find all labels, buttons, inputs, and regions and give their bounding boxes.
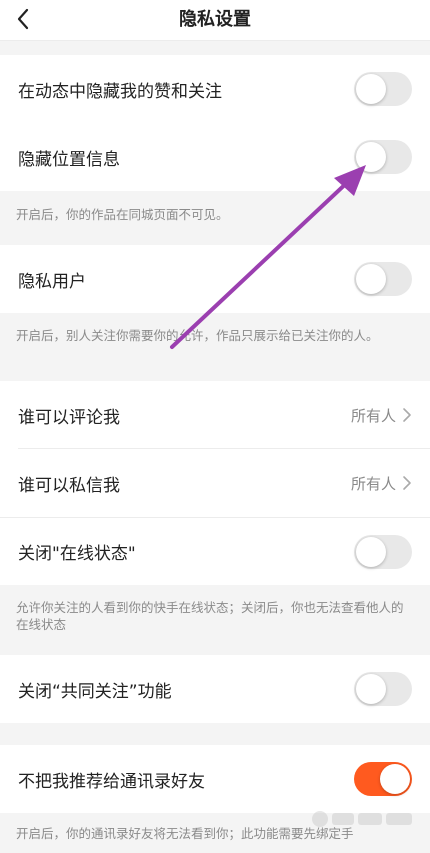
chevron-right-icon [402, 407, 412, 423]
toggle-knob [356, 74, 386, 104]
setting-row-hide-location: 隐藏位置信息 [0, 123, 430, 191]
setting-value-group: 所有人 [351, 473, 412, 494]
toggle-hide-location[interactable] [354, 140, 412, 174]
setting-value: 所有人 [350, 406, 396, 425]
setting-label: 隐藏位置信息 [18, 149, 120, 170]
setting-note: 开启后，你的作品在同城页面不可见。 [0, 191, 430, 245]
setting-value: 所有人 [350, 474, 396, 493]
setting-label: 关闭"在线状态" [18, 544, 136, 564]
toggle-knob [380, 764, 410, 794]
setting-label: 关闭“共同关注”功能 [18, 681, 172, 702]
toggle-mutual-follow[interactable] [354, 672, 412, 706]
nav-header: 隐私设置 [0, 0, 430, 41]
section-gap [0, 723, 430, 745]
toggle-knob [356, 264, 386, 294]
watermark-logo [312, 811, 412, 827]
setting-row-contacts-recommend: 不把我推荐给通讯录好友 [0, 745, 430, 813]
toggle-contacts-recommend[interactable] [354, 762, 412, 796]
toggle-online-status[interactable] [354, 534, 412, 569]
setting-row-who-message[interactable]: 谁可以私信我 所有人 [0, 449, 430, 517]
setting-note: 允许你关注的人看到你的快手在线状态；关闭后，你也无法查看他人的在线状态 [0, 585, 430, 655]
setting-label: 谁可以评论我 [18, 407, 120, 428]
toggle-knob [356, 536, 386, 567]
toggle-knob [356, 142, 386, 172]
setting-row-online-status: 关闭"在线状态" [0, 517, 430, 585]
toggle-knob [356, 674, 386, 704]
setting-label: 不把我推荐给通讯录好友 [18, 771, 205, 792]
setting-label: 隐私用户 [18, 271, 86, 292]
chevron-right-icon [402, 475, 412, 491]
setting-label: 在动态中隐藏我的赞和关注 [18, 81, 222, 102]
setting-row-mutual-follow: 关闭“共同关注”功能 [0, 655, 430, 723]
setting-note: 开启后，别人关注你需要你的允许，作品只展示给已关注你的人。 [0, 313, 430, 381]
page-title: 隐私设置 [179, 9, 251, 30]
toggle-private-user[interactable] [354, 262, 412, 296]
setting-row-private-user: 隐私用户 [0, 245, 430, 313]
setting-value-group: 所有人 [351, 405, 412, 426]
setting-label: 谁可以私信我 [18, 475, 120, 496]
toggle-hide-likes[interactable] [354, 72, 412, 106]
setting-row-who-comment[interactable]: 谁可以评论我 所有人 [0, 381, 430, 449]
setting-row-hide-likes: 在动态中隐藏我的赞和关注 [0, 55, 430, 123]
